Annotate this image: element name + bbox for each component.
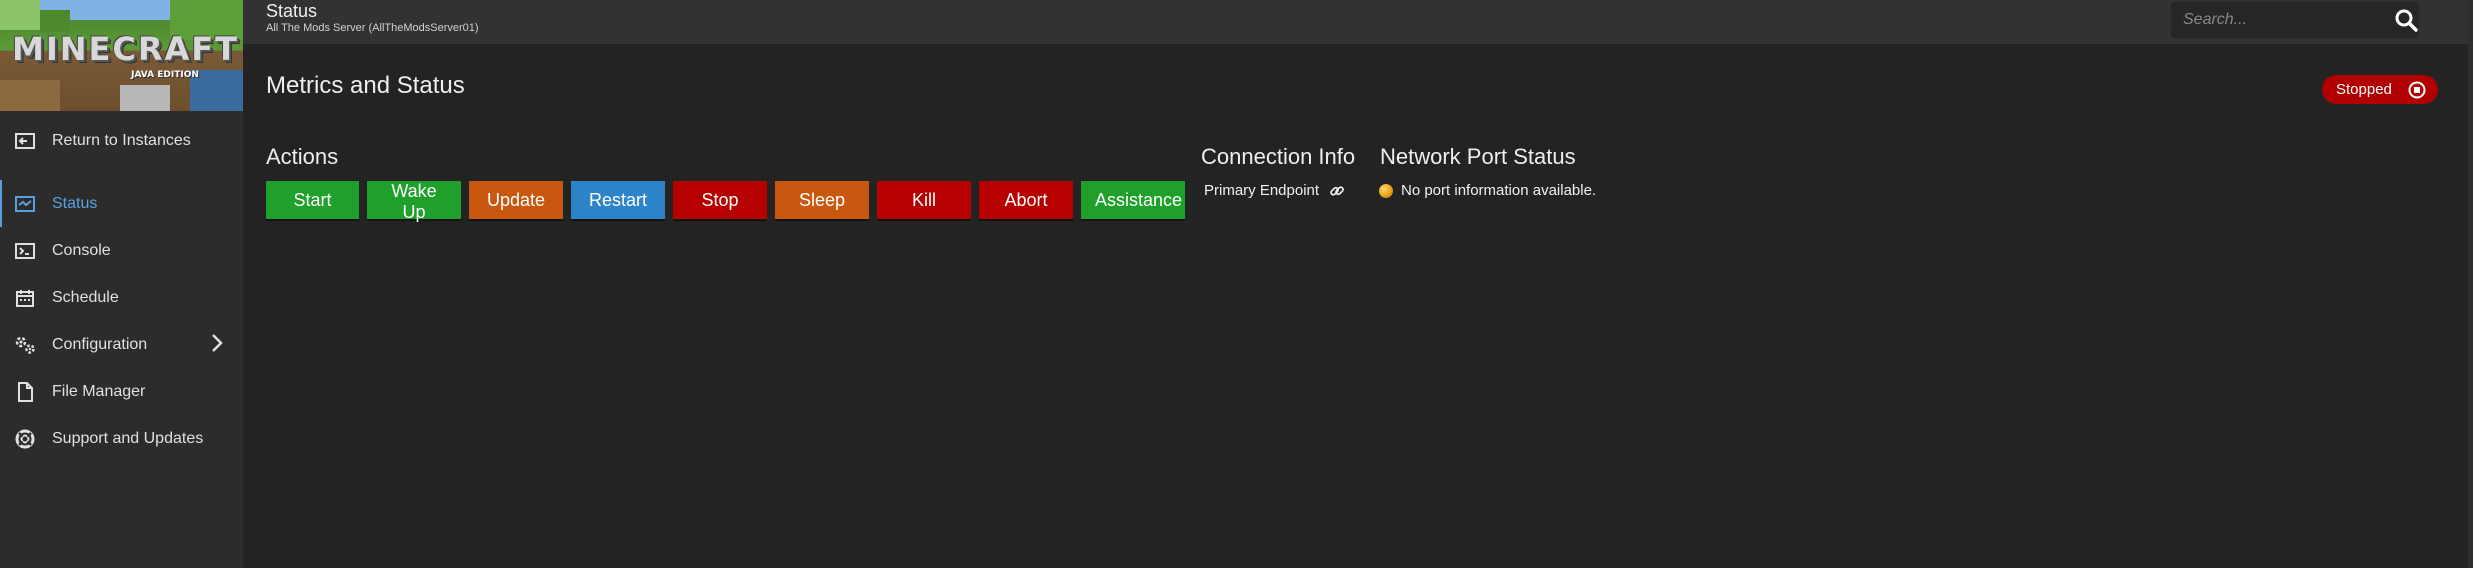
minecraft-logo: MINECRAFT JAVA EDITION [0,0,243,111]
wake-up-button[interactable]: Wake Up [367,181,461,222]
metrics-heading: Metrics and Status [266,72,465,99]
sidebar-item-status[interactable]: Status [0,180,243,227]
sleep-button[interactable]: Sleep [775,181,869,219]
abort-button[interactable]: Abort [979,181,1073,219]
return-icon [14,130,36,152]
sidebar-item-schedule[interactable]: Schedule [0,274,243,321]
logo-subtitle: JAVA EDITION [131,70,199,80]
sidebar-item-configuration[interactable]: Configuration [0,321,243,368]
start-button[interactable]: Start [266,181,359,219]
port-status-message: No port information available. [1379,182,1596,199]
endpoint-label: Primary Endpoint [1204,182,1320,199]
chevron-right-icon[interactable] [211,333,223,358]
sidebar-item-label: File Manager [52,382,146,400]
instance-subtitle: All The Mods Server (AllTheModsServer01) [266,22,479,34]
logo-title: MINECRAFT [12,30,239,68]
status-badge: Stopped [2322,75,2438,104]
sidebar-item-label: Status [52,194,98,212]
page-title: Status [266,1,318,21]
main-content: Metrics and Status Stopped Actions Start… [243,44,2473,568]
sidebar-item-label: Console [52,241,111,259]
scrollbar[interactable] [2468,0,2473,568]
search-box [2171,2,2419,38]
calendar-icon [14,287,36,309]
console-icon [14,240,36,262]
kill-button[interactable]: Kill [877,181,971,219]
sidebar-item-label: Configuration [52,335,148,353]
port-status-text: No port information available. [1401,182,1597,199]
sidebar: MINECRAFT JAVA EDITION Return to Instanc… [0,0,243,568]
sidebar-item-file-manager[interactable]: File Manager [0,368,243,415]
link-icon[interactable] [1329,183,1345,199]
primary-endpoint: Primary Endpoint [1204,182,1345,199]
status-badge-label: Stopped [2336,81,2392,98]
search-icon[interactable] [2393,3,2419,37]
file-icon [14,381,36,403]
assistance-button[interactable]: Assistance [1081,181,1185,219]
update-button[interactable]: Update [469,181,563,219]
network-port-status-heading: Network Port Status [1380,144,1576,169]
sidebar-item-console[interactable]: Console [0,227,243,274]
action-buttons: Start Wake Up Update Restart Stop Sleep … [266,181,1185,222]
sidebar-item-label: Return to Instances [52,131,191,149]
stop-circle-icon [2408,81,2426,103]
status-icon [14,193,36,215]
connection-info-heading: Connection Info [1201,144,1356,169]
sidebar-nav: Return to Instances Status Console Sched… [0,117,243,462]
sidebar-item-label: Support and Updates [52,429,204,447]
lifebuoy-icon [14,428,36,450]
stop-button[interactable]: Stop [673,181,767,219]
restart-button[interactable]: Restart [571,181,665,219]
sidebar-item-return-to-instances[interactable]: Return to Instances [0,117,243,164]
gears-icon [14,334,36,356]
search-input[interactable] [2171,10,2393,30]
sidebar-item-label: Schedule [52,288,119,306]
sidebar-item-support-and-updates[interactable]: Support and Updates [0,415,243,462]
top-bar: Status All The Mods Server (AllTheModsSe… [243,0,2473,44]
status-orb-icon [1379,183,1393,198]
actions-heading: Actions [266,144,339,169]
